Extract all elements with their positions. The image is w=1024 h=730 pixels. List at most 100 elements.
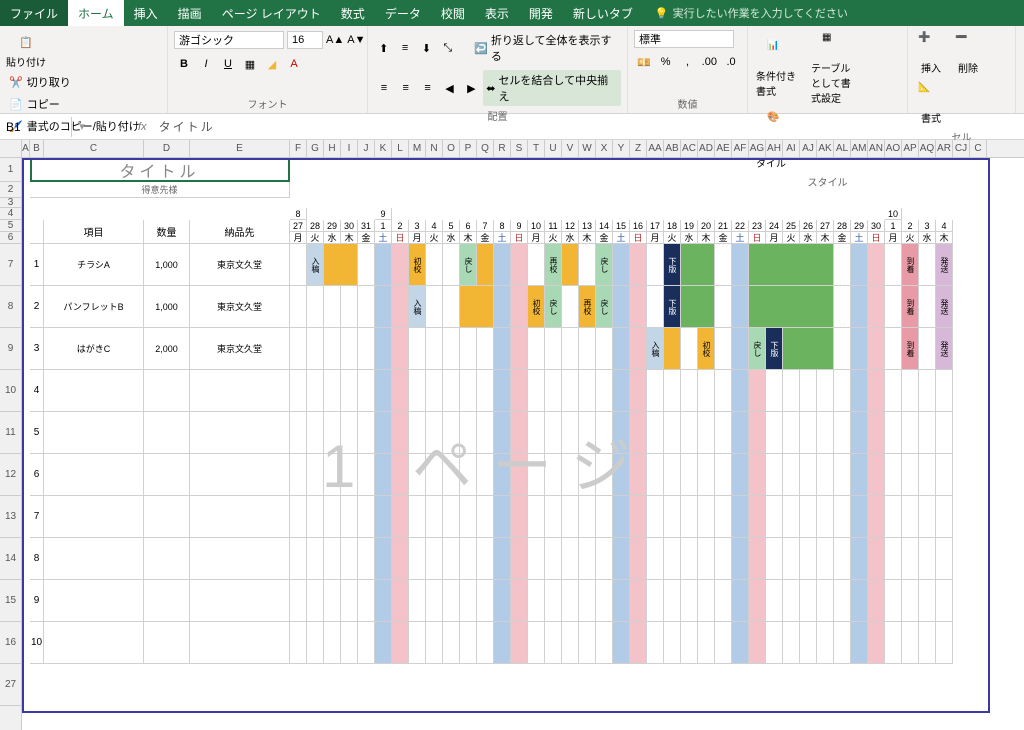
qty-cell[interactable] <box>144 496 190 538</box>
select-all-corner[interactable] <box>0 140 22 158</box>
task-cell[interactable]: 入稿 <box>647 328 664 370</box>
subtitle-cell[interactable]: 得意先様 <box>30 182 290 198</box>
sched-cell[interactable] <box>834 412 851 454</box>
row-header[interactable]: 4 <box>0 208 21 220</box>
sched-cell[interactable] <box>851 244 868 286</box>
sched-cell[interactable] <box>494 412 511 454</box>
task-cell[interactable]: 初校 <box>698 328 715 370</box>
qty-cell[interactable] <box>144 538 190 580</box>
sched-cell[interactable] <box>630 286 647 328</box>
task-cell[interactable] <box>562 244 579 286</box>
font-size-select[interactable] <box>287 31 323 49</box>
sched-cell[interactable] <box>324 454 341 496</box>
sched-cell[interactable] <box>409 328 426 370</box>
weekday-cell[interactable]: 日 <box>630 232 647 244</box>
sched-cell[interactable] <box>545 454 562 496</box>
sched-cell[interactable] <box>460 412 477 454</box>
sched-cell[interactable] <box>443 580 460 622</box>
sched-cell[interactable] <box>885 580 902 622</box>
sched-cell[interactable] <box>562 370 579 412</box>
sched-cell[interactable] <box>392 244 409 286</box>
sched-cell[interactable] <box>426 286 443 328</box>
sched-cell[interactable] <box>375 538 392 580</box>
sched-cell[interactable] <box>613 622 630 664</box>
tab-new[interactable]: 新しいタブ <box>563 0 643 26</box>
cancel-icon[interactable]: ✕ <box>92 120 112 133</box>
weekday-cell[interactable]: 金 <box>715 232 732 244</box>
item-cell[interactable] <box>44 370 144 412</box>
sched-cell[interactable] <box>630 454 647 496</box>
sched-cell[interactable] <box>426 496 443 538</box>
number-format-select[interactable] <box>634 30 734 48</box>
sched-cell[interactable] <box>834 286 851 328</box>
col-header[interactable]: F <box>290 140 307 158</box>
weekday-cell[interactable]: 金 <box>596 232 613 244</box>
sched-cell[interactable] <box>664 622 681 664</box>
sched-cell[interactable] <box>630 496 647 538</box>
sched-cell[interactable] <box>307 286 324 328</box>
sched-cell[interactable] <box>834 454 851 496</box>
sched-cell[interactable] <box>647 454 664 496</box>
sched-cell[interactable] <box>851 580 868 622</box>
col-header[interactable]: AR <box>936 140 953 158</box>
sched-cell[interactable] <box>528 538 545 580</box>
task-cell[interactable]: 到着 <box>902 286 919 328</box>
sched-cell[interactable] <box>341 496 358 538</box>
sched-cell[interactable] <box>851 622 868 664</box>
sched-cell[interactable] <box>681 370 698 412</box>
sched-cell[interactable] <box>324 538 341 580</box>
item-cell[interactable]: パンフレットB <box>44 286 144 328</box>
sched-cell[interactable] <box>613 454 630 496</box>
dest-cell[interactable] <box>190 496 290 538</box>
item-cell[interactable] <box>44 622 144 664</box>
sched-cell[interactable] <box>630 244 647 286</box>
tab-developer[interactable]: 開発 <box>519 0 563 26</box>
sched-cell[interactable] <box>613 328 630 370</box>
sched-cell[interactable] <box>307 496 324 538</box>
sched-cell[interactable] <box>596 538 613 580</box>
sched-cell[interactable] <box>868 286 885 328</box>
border-button[interactable]: ▦ <box>240 54 260 74</box>
sched-cell[interactable] <box>919 538 936 580</box>
sched-cell[interactable] <box>562 580 579 622</box>
wrap-text-button[interactable]: ↩️折り返して全体を表示する <box>471 30 621 66</box>
sched-cell[interactable] <box>783 370 800 412</box>
sched-cell[interactable] <box>324 286 341 328</box>
sched-cell[interactable] <box>647 496 664 538</box>
task-cell[interactable]: 到着 <box>902 328 919 370</box>
sched-cell[interactable] <box>800 496 817 538</box>
sched-cell[interactable] <box>426 622 443 664</box>
sched-cell[interactable] <box>528 328 545 370</box>
row-no[interactable]: 10 <box>30 622 44 664</box>
tab-formulas[interactable]: 数式 <box>331 0 375 26</box>
sched-cell[interactable] <box>562 286 579 328</box>
sched-cell[interactable] <box>851 538 868 580</box>
sched-cell[interactable] <box>783 580 800 622</box>
sched-cell[interactable] <box>409 496 426 538</box>
col-header[interactable]: B <box>30 140 44 158</box>
sched-cell[interactable] <box>426 454 443 496</box>
task-cell[interactable]: 戻し <box>749 328 766 370</box>
sched-cell[interactable] <box>783 538 800 580</box>
sched-cell[interactable] <box>392 538 409 580</box>
sched-cell[interactable] <box>766 454 783 496</box>
task-cell[interactable]: 戻し <box>596 286 613 328</box>
sched-cell[interactable] <box>647 580 664 622</box>
sched-cell[interactable] <box>698 412 715 454</box>
sched-cell[interactable] <box>885 328 902 370</box>
task-cell[interactable] <box>460 286 494 328</box>
sched-cell[interactable] <box>307 580 324 622</box>
col-header[interactable]: M <box>409 140 426 158</box>
tell-me[interactable]: 💡 実行したい作業を入力してください <box>655 0 848 26</box>
increase-font-icon[interactable]: A▲ <box>326 30 344 50</box>
weekday-cell[interactable]: 金 <box>477 232 494 244</box>
task-cell[interactable]: 発送 <box>936 244 953 286</box>
sched-cell[interactable] <box>375 328 392 370</box>
sched-cell[interactable] <box>290 496 307 538</box>
sched-cell[interactable] <box>494 580 511 622</box>
sched-cell[interactable] <box>936 580 953 622</box>
col-header[interactable]: AK <box>817 140 834 158</box>
weekday-cell[interactable]: 木 <box>579 232 596 244</box>
task-cell[interactable]: 入稿 <box>409 286 426 328</box>
col-header[interactable]: R <box>494 140 511 158</box>
